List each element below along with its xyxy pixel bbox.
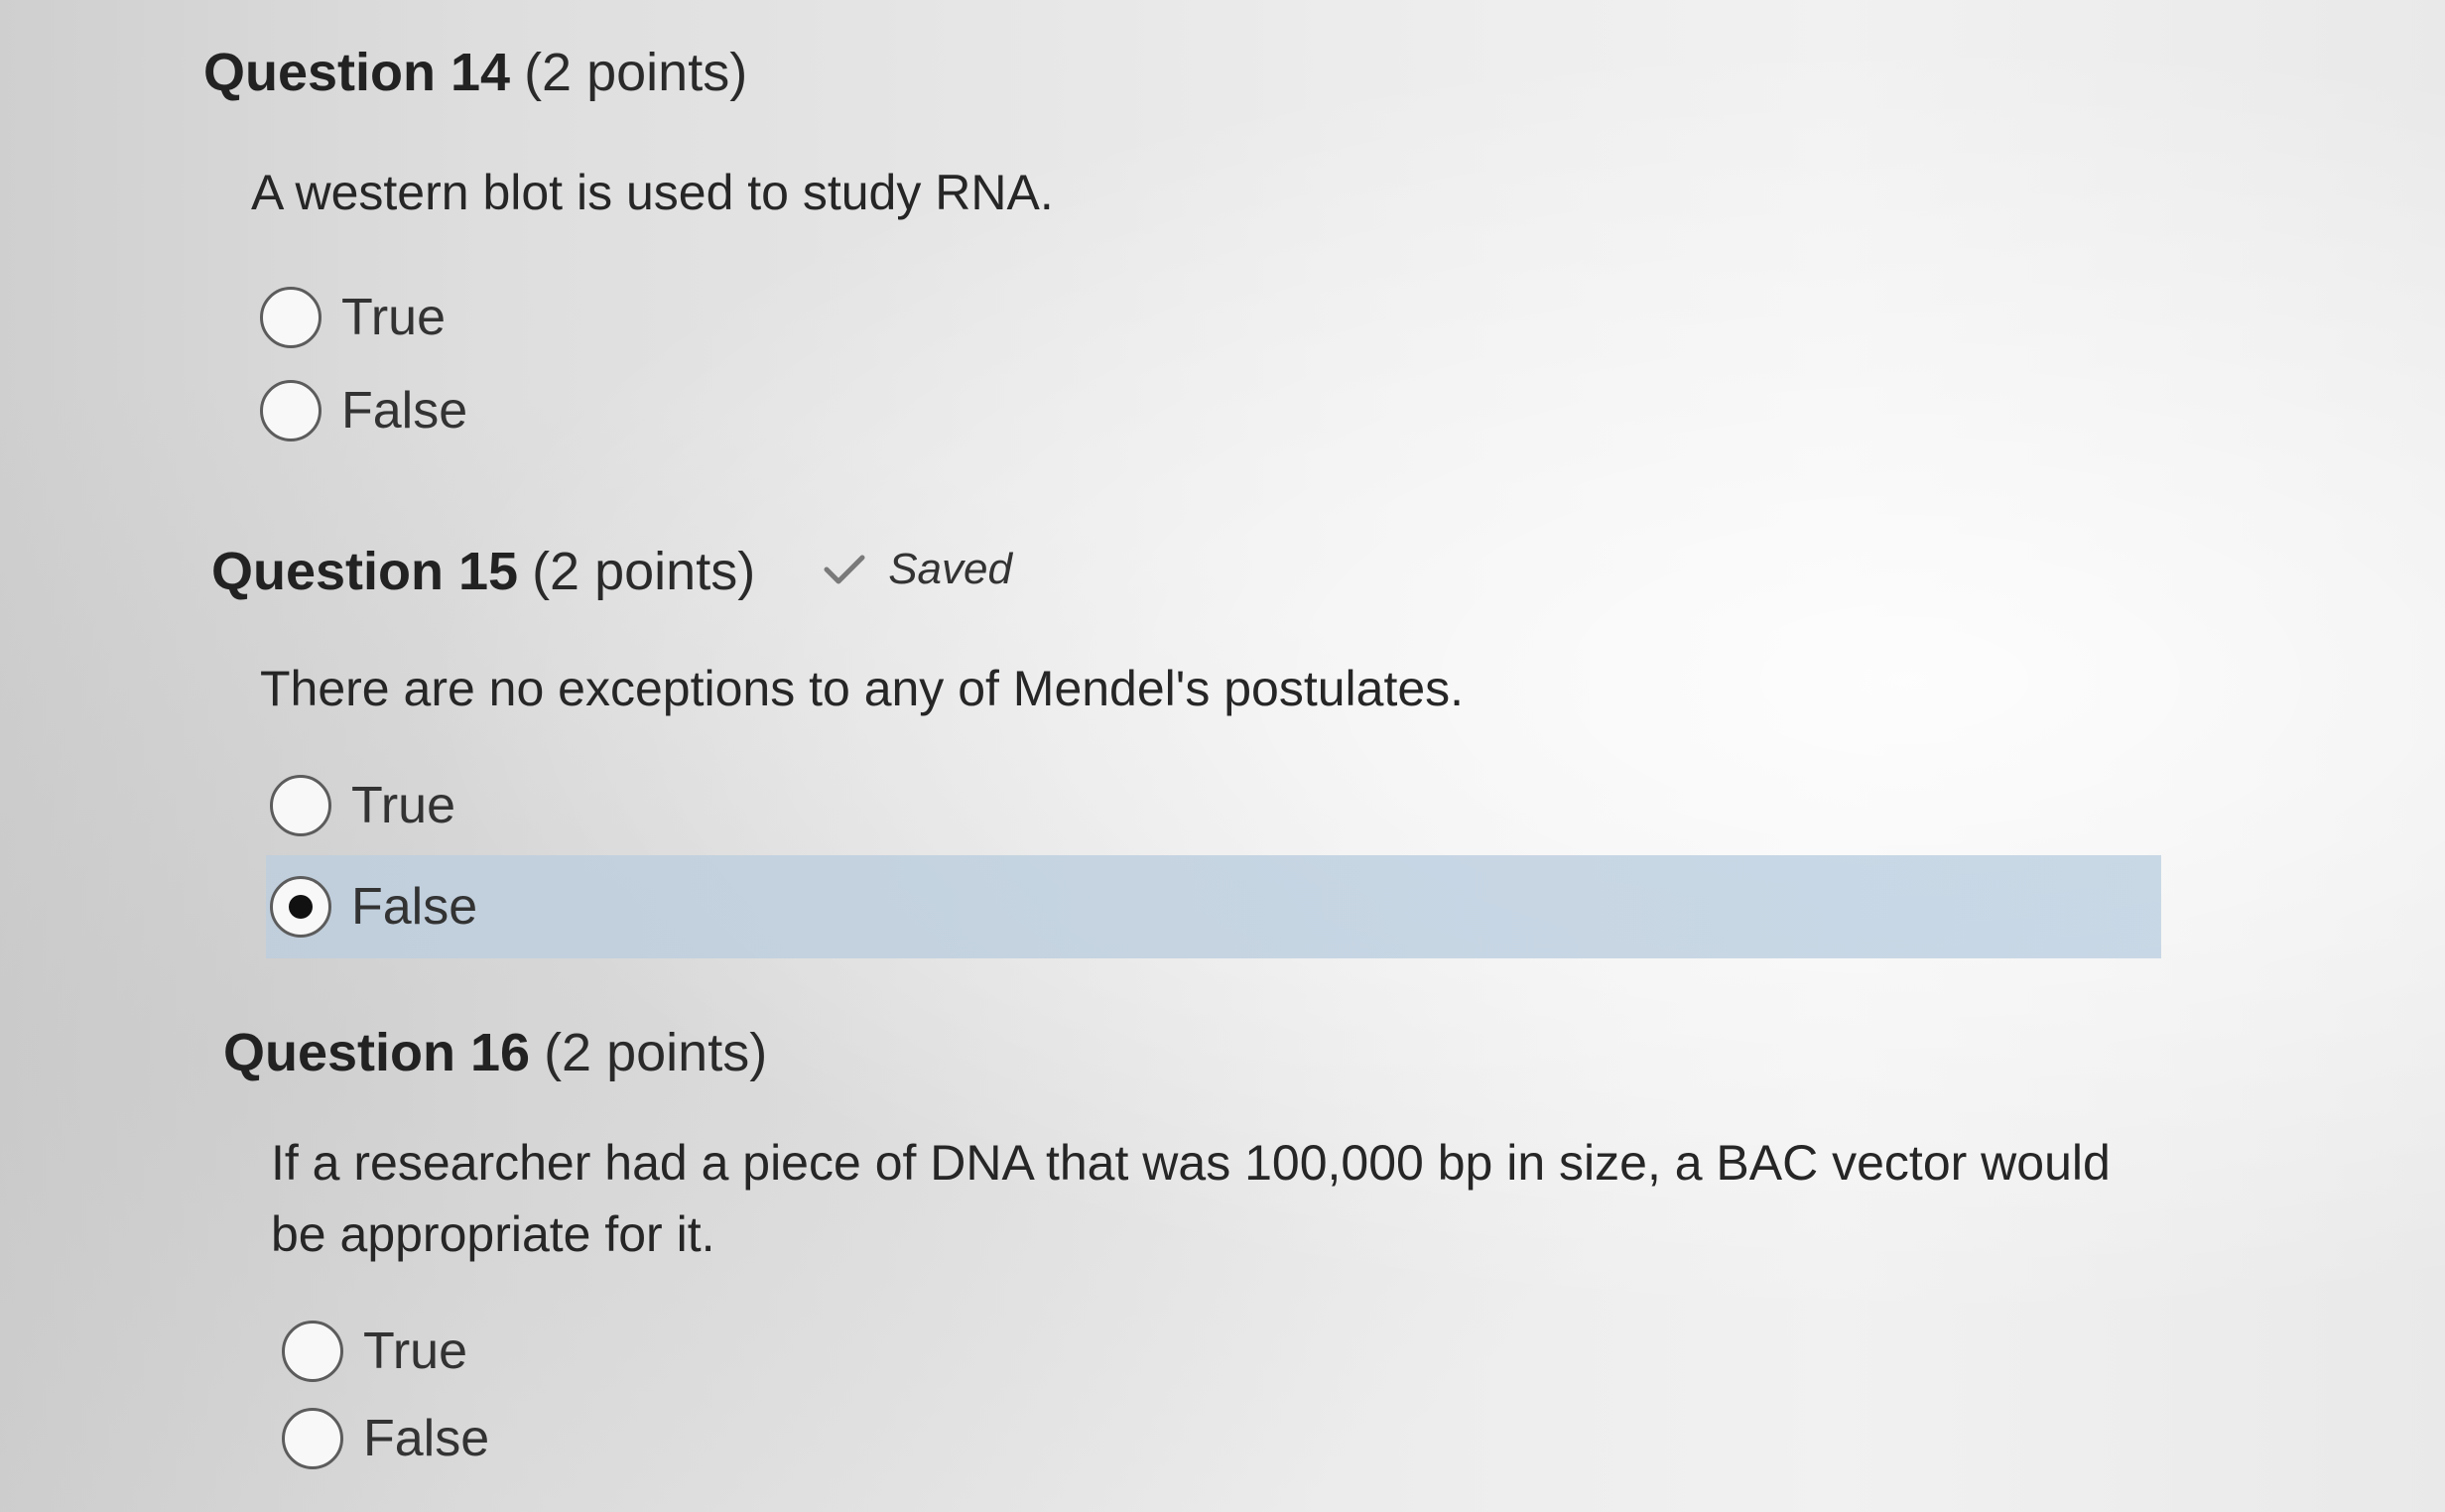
question-14-option-false[interactable]: False <box>260 371 467 450</box>
question-14-option-true[interactable]: True <box>260 278 446 357</box>
question-16-text: If a researcher had a piece of DNA that … <box>271 1135 2111 1262</box>
radio-button[interactable] <box>260 380 322 441</box>
option-label: True <box>341 289 446 346</box>
question-14-header: Question 14 (2 points) <box>203 42 747 103</box>
radio-selected-dot <box>289 895 313 919</box>
radio-button-selected[interactable] <box>270 876 331 938</box>
question-14-text: A western blot is used to study RNA. <box>251 165 1054 220</box>
radio-button[interactable] <box>260 287 322 348</box>
option-label: True <box>351 777 455 834</box>
saved-label: Saved <box>888 545 1012 593</box>
question-14-title: Question 14 <box>203 43 511 102</box>
question-15-title: Question 15 <box>211 542 519 601</box>
question-16-title: Question 16 <box>223 1023 531 1082</box>
question-15-option-true[interactable]: True <box>270 766 455 845</box>
option-label: True <box>363 1323 467 1380</box>
option-label: False <box>351 878 478 936</box>
question-16-option-true[interactable]: True <box>282 1312 467 1391</box>
question-15-option-false[interactable]: False <box>266 855 2161 958</box>
option-label: False <box>341 382 468 440</box>
question-15-header: Question 15 (2 points) Saved <box>211 541 1012 602</box>
radio-button[interactable] <box>282 1408 343 1469</box>
question-16-header: Question 16 (2 points) <box>223 1022 767 1083</box>
option-label: False <box>363 1410 490 1467</box>
radio-button[interactable] <box>270 775 331 836</box>
question-16-points: (2 points) <box>544 1023 768 1082</box>
check-icon <box>824 555 865 584</box>
question-15-text: There are no exceptions to any of Mendel… <box>260 661 1465 716</box>
question-14-points: (2 points) <box>524 43 748 102</box>
question-15-points: (2 points) <box>532 542 756 601</box>
question-16-option-false[interactable]: False <box>282 1399 489 1478</box>
saved-status: Saved <box>821 545 1012 594</box>
radio-button[interactable] <box>282 1321 343 1382</box>
